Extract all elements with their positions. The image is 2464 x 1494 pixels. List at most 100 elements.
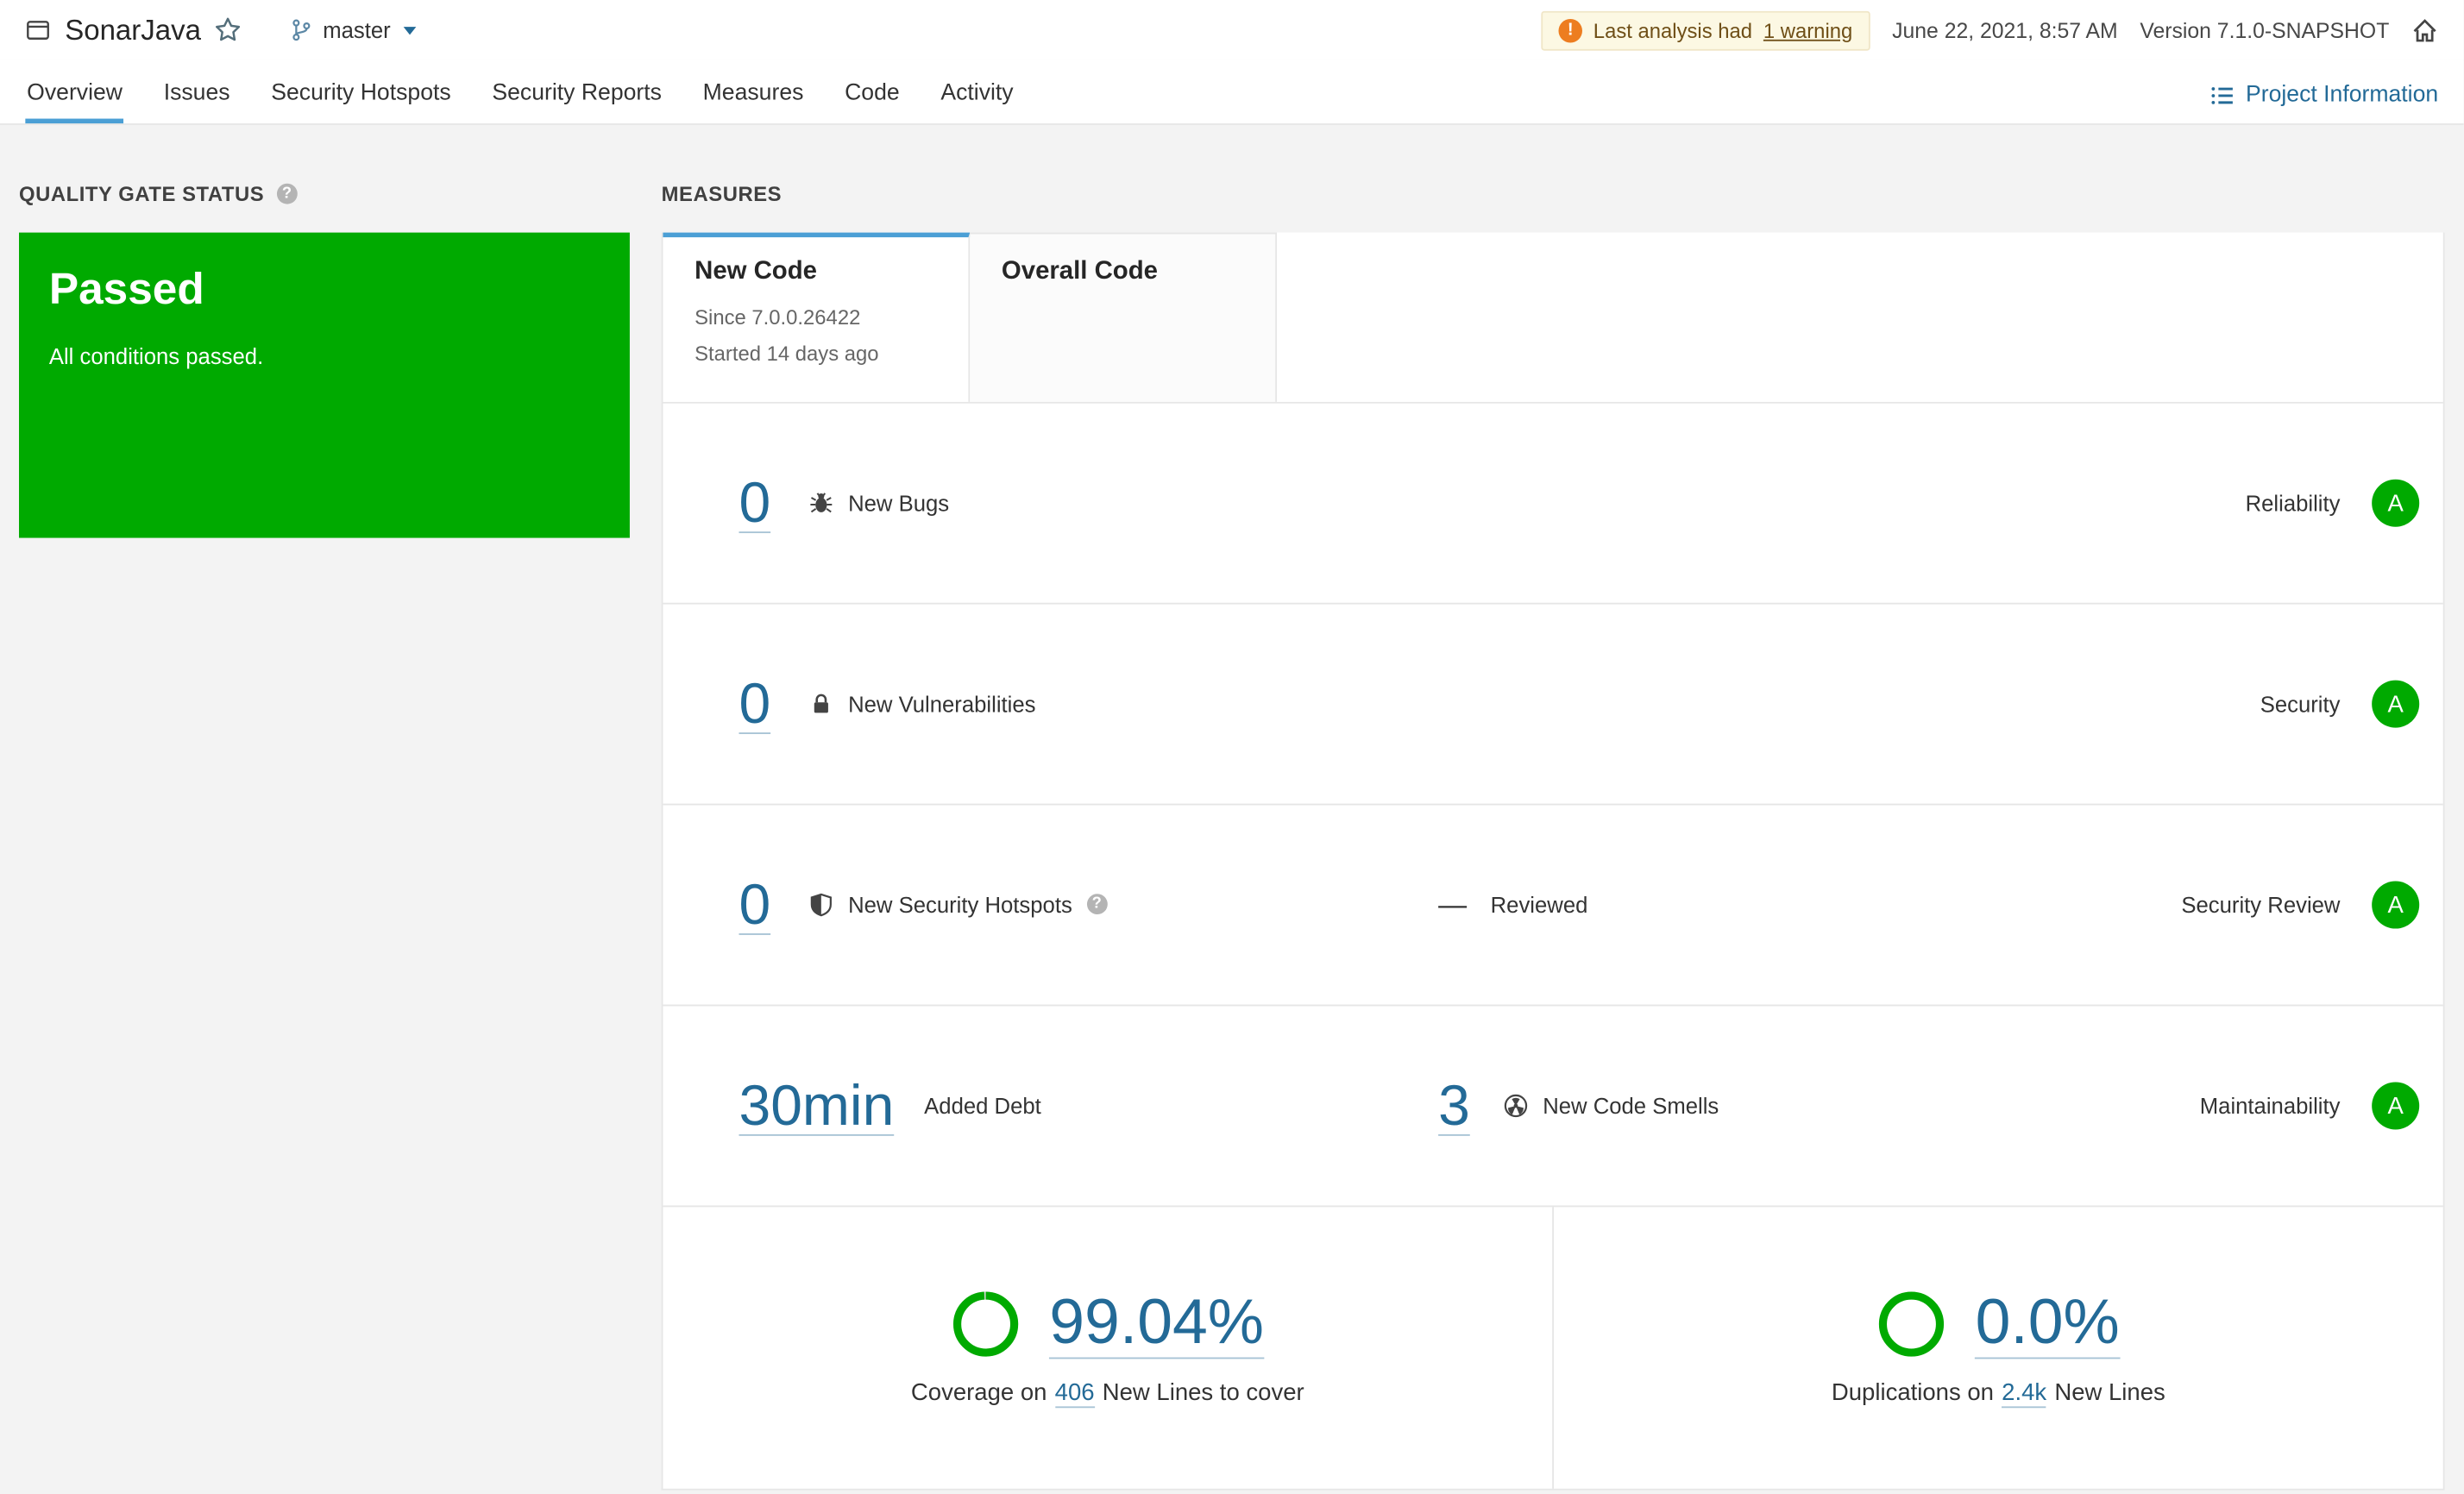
- project-icon: [25, 17, 50, 42]
- coverage-lines-link[interactable]: 406: [1054, 1379, 1095, 1409]
- maintainability-rating-badge[interactable]: A: [2372, 1082, 2420, 1130]
- added-debt-measure: 30min Added Debt: [739, 1075, 1438, 1137]
- branch-icon: [290, 17, 314, 42]
- tab-activity[interactable]: Activity: [940, 65, 1015, 123]
- quality-gate-title: QUALITY GATE STATUS: [19, 181, 265, 206]
- project-information-label: Project Information: [2245, 82, 2439, 108]
- project-header: SonarJava master ! Last analysis had 1 w…: [0, 0, 2464, 60]
- chevron-down-icon: [403, 26, 417, 35]
- project-nav: Overview Issues Security Hotspots Securi…: [0, 60, 2464, 125]
- new-vulnerabilities-measure: 0 New Vulnerabilities: [739, 673, 1438, 735]
- coverage-duplications-row: 99.04% Coverage on 406 New Lines to cove…: [663, 1207, 2443, 1489]
- analysis-date: June 22, 2021, 8:57 AM: [1892, 18, 2118, 42]
- new-bugs-measure: 0 New Bugs: [739, 472, 1438, 534]
- coverage-cell: 99.04% Coverage on 406 New Lines to cove…: [663, 1207, 1552, 1488]
- new-hotspots-count[interactable]: 0: [739, 874, 771, 936]
- overview-content: QUALITY GATE STATUS ? Passed All conditi…: [0, 125, 2464, 1491]
- warning-link[interactable]: 1 warning: [1763, 18, 1852, 42]
- measures-panel: New Code Since 7.0.0.26422 Started 14 da…: [661, 232, 2445, 1491]
- lock-icon: [808, 691, 833, 716]
- new-code-smells-label: New Code Smells: [1543, 1093, 1719, 1119]
- quality-gate-title-row: QUALITY GATE STATUS ?: [19, 181, 630, 206]
- added-debt-label: Added Debt: [924, 1093, 1041, 1119]
- analysis-warning-banner: ! Last analysis had 1 warning: [1541, 9, 1870, 50]
- new-code-tab-label: New Code: [695, 257, 817, 286]
- tab-measures[interactable]: Measures: [701, 65, 805, 123]
- duplications-cell: 0.0% Duplications on 2.4k New Lines: [1552, 1207, 2443, 1489]
- new-code-since: Since 7.0.0.26422: [695, 304, 861, 330]
- new-hotspots-label: New Security Hotspots: [848, 892, 1072, 918]
- reliability-rating-badge[interactable]: A: [2372, 479, 2420, 527]
- measures-title: MEASURES: [661, 181, 783, 206]
- tab-new-code[interactable]: New Code Since 7.0.0.26422 Started 14 da…: [663, 232, 971, 402]
- overall-code-tab-label: Overall Code: [1001, 257, 1158, 286]
- version-label: Version 7.1.0-SNAPSHOT: [2140, 18, 2390, 42]
- coverage-caption: Coverage on 406 New Lines to cover: [910, 1379, 1304, 1409]
- tab-code[interactable]: Code: [843, 65, 901, 123]
- project-title: SonarJava: [65, 13, 202, 46]
- measure-row-reliability: 0 New Bugs Reliability A: [663, 404, 2443, 605]
- security-review-label: Security Review: [2181, 892, 2341, 918]
- tab-overview[interactable]: Overview: [25, 65, 124, 124]
- added-debt-value[interactable]: 30min: [739, 1075, 895, 1137]
- new-bugs-count[interactable]: 0: [739, 472, 771, 534]
- quality-gate-help-icon[interactable]: ?: [276, 183, 298, 204]
- hotspots-help-icon[interactable]: ?: [1086, 895, 1108, 915]
- security-review-rating-badge[interactable]: A: [2372, 881, 2420, 929]
- coverage-gauge-line: 99.04%: [952, 1288, 1265, 1359]
- header-meta: ! Last analysis had 1 warning June 22, 2…: [1541, 9, 2438, 50]
- app-window: SonarJava master ! Last analysis had 1 w…: [0, 0, 2464, 1493]
- quality-gate-status: Passed: [48, 264, 204, 314]
- duplications-prefix: Duplications on: [1831, 1379, 1994, 1407]
- new-code-tab-subtitle: Since 7.0.0.26422 Started 14 days ago: [695, 300, 937, 372]
- duplications-percent[interactable]: 0.0%: [1975, 1288, 2120, 1359]
- home-icon[interactable]: [2411, 16, 2438, 43]
- favorite-star-icon[interactable]: [214, 16, 242, 44]
- measures-title-row: MEASURES: [662, 182, 2445, 206]
- security-rating-group: Security A: [2260, 680, 2420, 728]
- list-menu-icon: [2211, 83, 2235, 107]
- code-smell-icon: [1503, 1093, 1528, 1118]
- quality-gate-subtitle: All conditions passed.: [48, 342, 264, 368]
- coverage-prefix: Coverage on: [910, 1379, 1047, 1407]
- duplications-gauge-line: 0.0%: [1877, 1288, 2120, 1359]
- reliability-label: Reliability: [2245, 490, 2341, 516]
- new-vulnerabilities-count[interactable]: 0: [739, 673, 771, 735]
- quality-gate-section: QUALITY GATE STATUS ? Passed All conditi…: [19, 182, 630, 1491]
- branch-name: master: [323, 17, 391, 43]
- duplications-suffix: New Lines: [2054, 1379, 2165, 1407]
- security-rating-badge[interactable]: A: [2372, 680, 2420, 728]
- warning-text: Last analysis had: [1593, 18, 1753, 42]
- new-hotspots-measure: 0 New Security Hotspots ?: [739, 874, 1438, 936]
- duplications-caption: Duplications on 2.4k New Lines: [1831, 1379, 2165, 1409]
- security-label: Security: [2260, 691, 2341, 717]
- tab-issues[interactable]: Issues: [162, 65, 232, 123]
- measures-section: MEASURES New Code Since 7.0.0.26422 Star…: [661, 182, 2445, 1491]
- coverage-percent[interactable]: 99.04%: [1049, 1288, 1265, 1359]
- new-vulnerabilities-label: New Vulnerabilities: [848, 691, 1036, 717]
- new-code-started: Started 14 days ago: [695, 341, 879, 366]
- new-code-smells-count[interactable]: 3: [1438, 1075, 1470, 1137]
- measure-row-maintainability: 30min Added Debt 3 New Code Smells Maint…: [663, 1006, 2443, 1208]
- tab-strip-filler: [1277, 232, 2443, 402]
- measure-row-security-review: 0 New Security Hotspots ? — Reviewed Sec…: [663, 806, 2443, 1007]
- reviewed-label: Reviewed: [1490, 892, 1588, 918]
- quality-gate-status-card: Passed All conditions passed.: [19, 232, 630, 538]
- security-review-rating-group: Security Review A: [2181, 881, 2420, 929]
- tab-security-hotspots[interactable]: Security Hotspots: [269, 65, 452, 123]
- reviewed-value: —: [1438, 888, 1468, 920]
- maintainability-label: Maintainability: [2199, 1093, 2341, 1119]
- tab-security-reports[interactable]: Security Reports: [491, 65, 663, 123]
- project-information-button[interactable]: Project Information: [2211, 82, 2439, 123]
- duplications-gauge-icon: [1877, 1289, 1947, 1359]
- branch-selector[interactable]: master: [290, 17, 417, 43]
- maintainability-rating-group: Maintainability A: [2199, 1082, 2420, 1130]
- new-code-smells-measure: 3 New Code Smells: [1438, 1075, 1719, 1137]
- measure-row-security: 0 New Vulnerabilities Security A: [663, 605, 2443, 806]
- coverage-suffix: New Lines to cover: [1102, 1379, 1304, 1407]
- reviewed-measure: — Reviewed: [1438, 888, 1587, 922]
- reliability-rating-group: Reliability A: [2245, 479, 2420, 527]
- new-bugs-label: New Bugs: [848, 490, 950, 516]
- tab-overall-code[interactable]: Overall Code: [970, 232, 1278, 402]
- duplications-lines-link[interactable]: 2.4k: [2002, 1379, 2047, 1409]
